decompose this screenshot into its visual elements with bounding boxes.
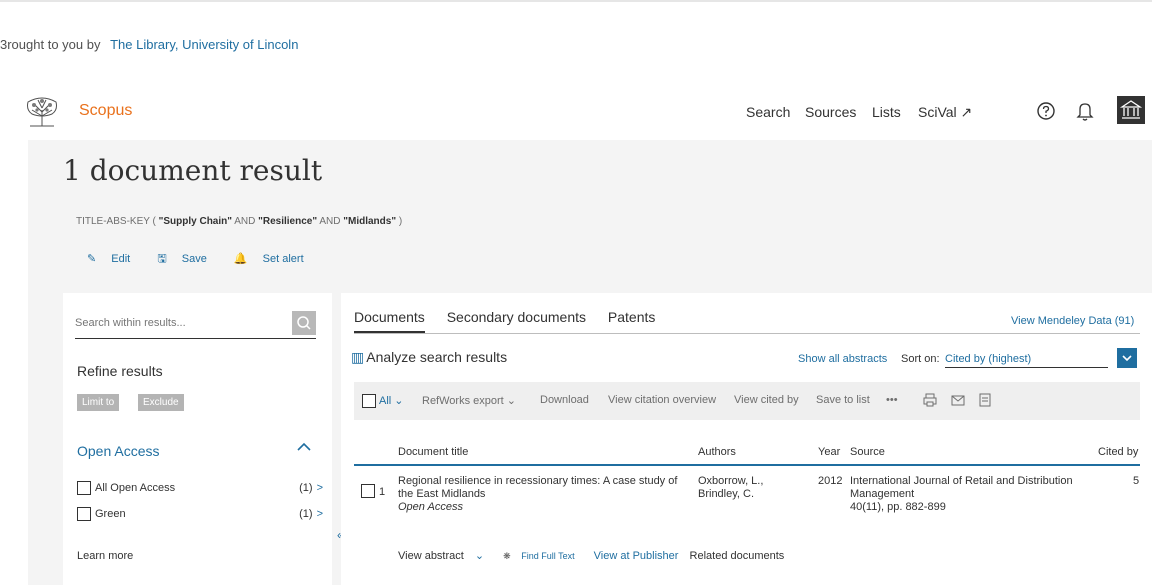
tab-secondary-documents[interactable]: Secondary documents — [447, 309, 586, 331]
cited-by-cell[interactable]: 5 — [1133, 475, 1139, 488]
source-link[interactable]: International Journal of Retail and Dist… — [850, 475, 1095, 501]
related-documents-link[interactable]: Related documents — [690, 550, 785, 562]
column-header-year[interactable]: Year — [818, 446, 840, 458]
top-border — [0, 0, 1152, 2]
search-within-box — [75, 311, 316, 339]
find-full-text-icon: ❋ — [503, 551, 511, 561]
tab-documents[interactable]: Documents — [354, 309, 425, 333]
refine-sidebar: Refine results Limit to Exclude Open Acc… — [63, 293, 332, 585]
view-cited-by-button[interactable]: View cited by — [734, 394, 799, 406]
tab-patents[interactable]: Patents — [608, 309, 655, 331]
results-panel: Documents Secondary documents Patents Vi… — [341, 293, 1152, 585]
search-icon[interactable] — [292, 311, 316, 335]
save-to-list-button[interactable]: Save to list — [816, 394, 870, 406]
chevron-up-icon[interactable] — [295, 440, 313, 454]
library-link[interactable]: The Library, University of Lincoln — [110, 37, 298, 52]
document-title-cell: Regional resilience in recessionary time… — [398, 475, 688, 514]
nav-sources[interactable]: Sources — [805, 104, 856, 120]
row-links: View abstract ⌄ ❋ Find Full Text View at… — [398, 549, 792, 562]
pencil-icon: ✎ — [87, 253, 97, 265]
view-abstract-button[interactable]: View abstract ⌄ — [398, 550, 492, 562]
show-all-abstracts-link[interactable]: Show all abstracts — [798, 353, 887, 365]
bar-chart-icon: ▥ — [351, 349, 365, 365]
content-area: 1 document result TITLE-ABS-KEY ( "Suppl… — [0, 140, 1152, 585]
query-actions: ✎ Edit 🖫 Save 🔔 Set alert — [87, 250, 328, 269]
exclude-button[interactable]: Exclude — [138, 394, 184, 411]
more-icon[interactable]: ••• — [886, 394, 898, 406]
sort-select[interactable]: Cited by (highest) — [945, 351, 1108, 368]
view-mendeley-link[interactable]: View Mendeley Data (91) — [1011, 315, 1134, 327]
site-header: Scopus Search Sources Lists SciVal ↗ — [0, 82, 1152, 140]
save-button[interactable]: 🖫 Save — [157, 253, 219, 265]
analyze-link[interactable]: ▥ Analyze search results — [351, 349, 507, 366]
author-link[interactable]: Brindley, C. — [698, 488, 808, 501]
refworks-export-button[interactable]: RefWorks export ⌄ — [422, 394, 516, 407]
column-header-authors[interactable]: Authors — [698, 446, 736, 458]
results-toolbar: All ⌄ RefWorks export ⌄ Download View ci… — [354, 382, 1140, 420]
filter-count: (1) > — [299, 482, 323, 494]
nav-search[interactable]: Search — [746, 104, 790, 120]
checkbox[interactable] — [77, 481, 91, 495]
institution-icon[interactable] — [1117, 96, 1145, 124]
top-bar: 3rought to you by The Library, Universit… — [0, 0, 1152, 82]
bell-icon: 🔔 — [233, 253, 248, 265]
edit-button[interactable]: ✎ Edit — [87, 253, 142, 265]
open-access-heading[interactable]: Open Access — [77, 443, 160, 459]
download-button[interactable]: Download — [540, 394, 589, 406]
sort-label: Sort on: — [901, 353, 940, 365]
search-within-input[interactable] — [75, 317, 275, 329]
filter-green[interactable]: Green (1) > — [77, 507, 323, 523]
left-strip — [0, 140, 28, 585]
select-all-checkbox[interactable] — [362, 394, 376, 408]
limit-to-button[interactable]: Limit to — [77, 394, 120, 411]
checkbox[interactable] — [77, 507, 91, 521]
select-all-dropdown[interactable]: All ⌄ — [379, 394, 404, 407]
filter-all-open-access[interactable]: All Open Access (1) > — [77, 481, 323, 497]
help-icon[interactable] — [1035, 100, 1057, 122]
learn-more-link[interactable]: Learn more — [77, 550, 133, 562]
authors-cell: Oxborrow, L., Brindley, C. — [698, 475, 808, 501]
row-checkbox[interactable] — [361, 484, 375, 498]
document-title-link[interactable]: Regional resilience in recessionary time… — [398, 475, 688, 501]
brought-to-you: 3rought to you by The Library, Universit… — [0, 37, 298, 52]
tabs-divider — [354, 333, 1140, 334]
chevron-right-icon[interactable]: > — [317, 482, 323, 494]
nav-scival[interactable]: SciVal ↗ — [918, 104, 972, 121]
refine-heading: Refine results — [77, 363, 163, 379]
chevron-down-icon: ⌄ — [394, 395, 404, 407]
chevron-right-icon[interactable]: > — [317, 508, 323, 520]
author-link[interactable]: Oxborrow, L., — [698, 475, 808, 488]
save-icon: 🖫 — [157, 253, 167, 265]
scopus-brand[interactable]: Scopus — [79, 102, 132, 120]
view-at-publisher-link[interactable]: View at Publisher — [594, 550, 679, 562]
bell-icon[interactable] — [1074, 100, 1096, 122]
elsevier-logo-icon[interactable] — [24, 96, 60, 130]
find-full-text-link[interactable]: ❋ Find Full Text — [503, 551, 582, 561]
brought-prefix: 3rought to you by — [0, 37, 101, 52]
view-citation-overview-button[interactable]: View citation overview — [608, 394, 716, 406]
source-cell: International Journal of Retail and Dist… — [850, 475, 1095, 514]
column-header-title[interactable]: Document title — [398, 446, 468, 458]
set-alert-button[interactable]: 🔔 Set alert — [234, 253, 316, 265]
filter-count: (1) > — [299, 508, 323, 520]
bibliography-icon[interactable] — [977, 392, 993, 408]
row-number: 1 — [379, 486, 386, 498]
email-icon[interactable] — [950, 392, 966, 408]
nav-lists[interactable]: Lists — [872, 104, 901, 120]
search-query: TITLE-ABS-KEY ( "Supply Chain" AND "Resi… — [76, 216, 403, 227]
chevron-down-icon: ⌄ — [474, 550, 485, 562]
page-title: 1 document result — [63, 154, 323, 187]
chevron-down-icon[interactable] — [1117, 348, 1137, 368]
open-access-label: Open Access — [398, 501, 464, 513]
header-underline — [354, 464, 1140, 466]
chevron-down-icon: ⌄ — [506, 395, 516, 407]
print-icon[interactable] — [922, 392, 938, 408]
column-header-cited-by[interactable]: Cited by — [1098, 446, 1138, 458]
year-cell: 2012 — [818, 475, 843, 487]
column-header-source[interactable]: Source — [850, 446, 885, 458]
result-tabs: Documents Secondary documents Patents — [354, 309, 673, 333]
